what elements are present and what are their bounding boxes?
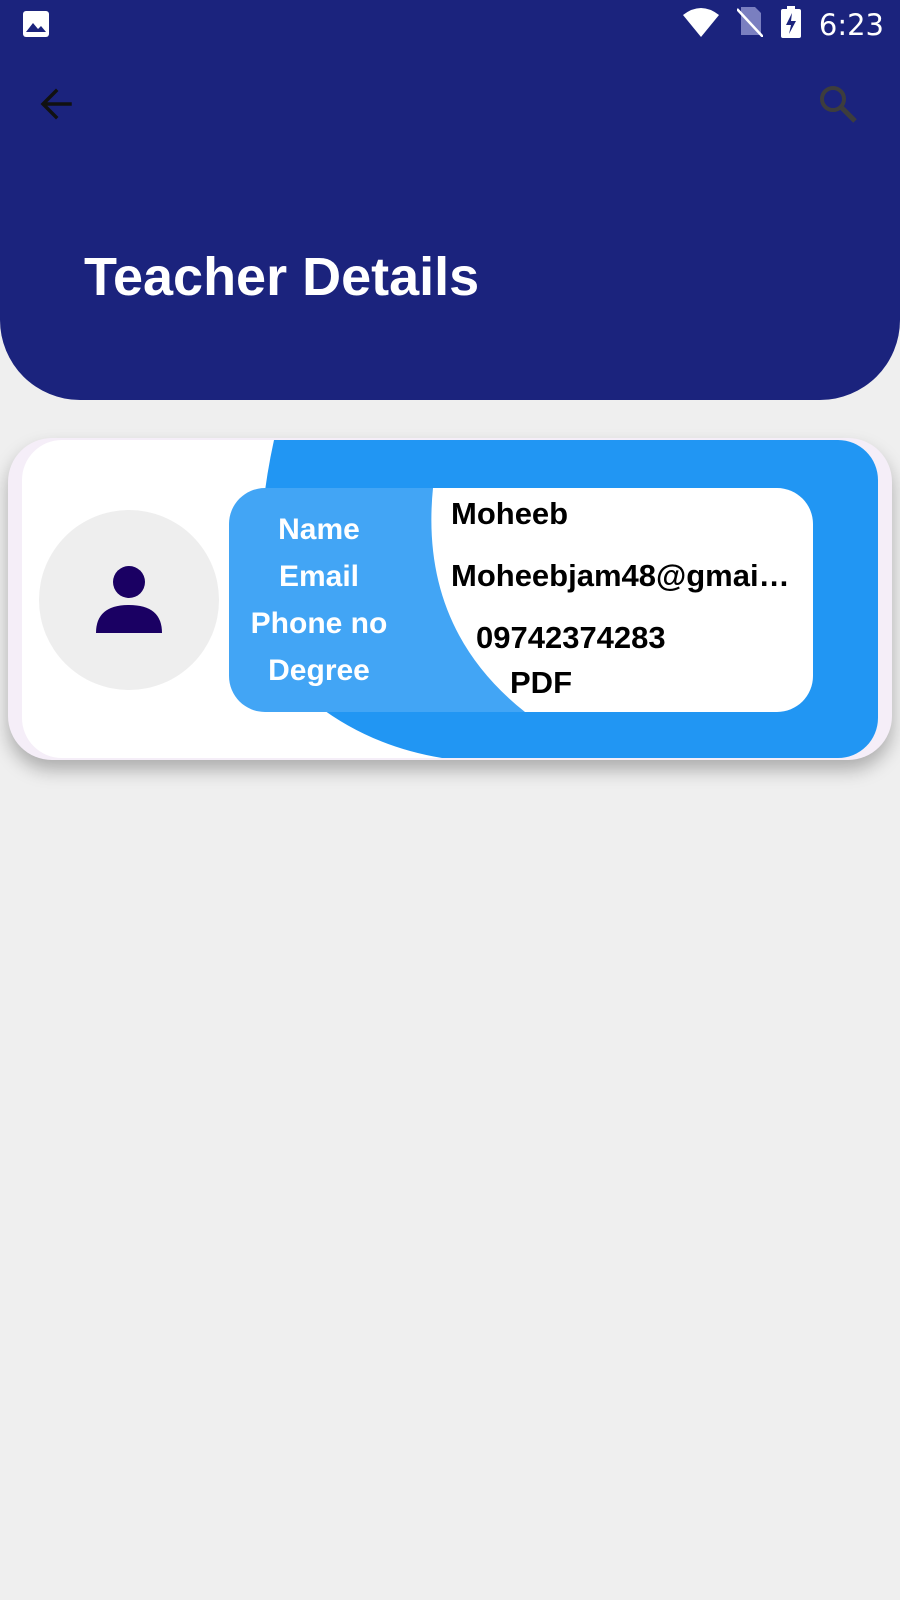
- label-phone: Phone no: [250, 607, 388, 640]
- search-button[interactable]: [810, 76, 866, 132]
- image-icon: [22, 10, 50, 43]
- back-button[interactable]: [28, 76, 84, 132]
- person-icon: [96, 566, 162, 633]
- teacher-info-panel: Name Email Phone no Degree Moheeb Moheeb…: [229, 488, 813, 712]
- search-icon: [820, 86, 857, 123]
- label-degree: Degree: [268, 654, 370, 687]
- arrow-left-icon: [40, 88, 72, 120]
- status-time: 6:23: [818, 7, 884, 42]
- battery-charging-icon: [780, 6, 801, 43]
- no-sim-icon: [735, 7, 764, 42]
- field-labels: Name Email Phone no Degree: [229, 510, 409, 698]
- label-email: Email: [278, 560, 360, 593]
- page-title: Teacher Details: [84, 247, 480, 307]
- label-name: Name: [278, 513, 360, 546]
- status-icons: 6:23: [682, 6, 884, 43]
- avatar[interactable]: [39, 510, 219, 690]
- teacher-card[interactable]: Name Email Phone no Degree Moheeb Moheeb…: [8, 438, 892, 760]
- value-email[interactable]: Moheebjam48@gmail.com: [451, 558, 791, 594]
- wifi-icon: [682, 7, 719, 42]
- value-phone[interactable]: 09742374283: [476, 620, 666, 656]
- teacher-card-body: Name Email Phone no Degree Moheeb Moheeb…: [22, 440, 878, 758]
- app-header: 6:23 Teacher Details: [0, 0, 900, 400]
- status-bar: 6:23: [0, 0, 900, 48]
- value-degree[interactable]: PDF: [510, 665, 572, 701]
- value-name: Moheeb: [451, 496, 569, 531]
